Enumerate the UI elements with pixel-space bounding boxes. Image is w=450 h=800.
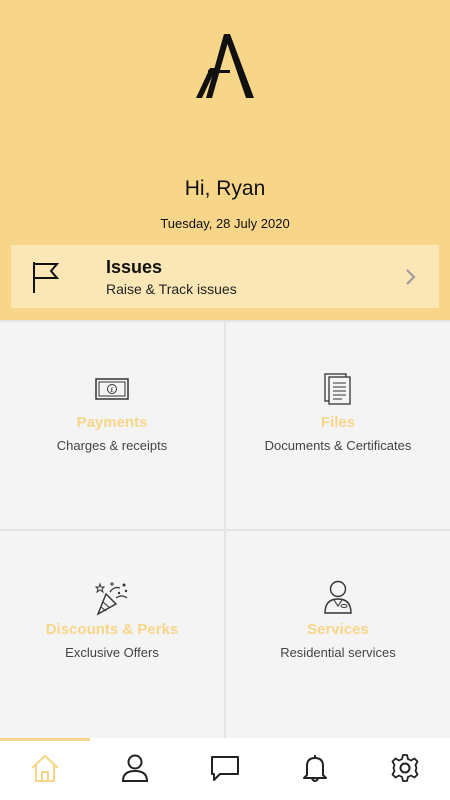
discounts-title: Discounts & Perks [45, 621, 179, 638]
nav-profile[interactable] [90, 738, 180, 800]
files-title: Files [320, 414, 356, 431]
issues-card[interactable]: Issues Raise & Track issues [11, 245, 439, 308]
payments-title: Payments [76, 414, 148, 431]
nav-home[interactable] [0, 738, 90, 800]
files-tile[interactable]: Files Documents & Certificates [226, 322, 450, 529]
document-icon [324, 373, 351, 405]
active-tab-indicator [0, 738, 90, 741]
discounts-tile[interactable]: Discounts & Perks Exclusive Offers [0, 531, 224, 738]
person-icon [121, 754, 149, 782]
chat-icon [211, 756, 239, 781]
bottom-nav [0, 738, 450, 800]
services-subtitle: Residential services [280, 645, 396, 660]
files-subtitle: Documents & Certificates [264, 438, 412, 453]
brand-logo [196, 34, 254, 98]
chevron-right-icon [406, 269, 416, 285]
nav-notifications[interactable] [270, 738, 360, 800]
issues-subtitle: Raise & Track issues [106, 281, 237, 297]
services-title: Services [307, 621, 369, 638]
banknote-icon: £ [95, 378, 129, 400]
home-icon [31, 754, 59, 782]
date-label: Tuesday, 28 July 2020 [160, 216, 290, 231]
flag-icon [33, 262, 60, 293]
concierge-person-icon [324, 580, 352, 614]
bell-icon [303, 755, 327, 782]
payments-tile[interactable]: £ Payments Charges & receipts [0, 322, 224, 529]
header: Hi, Ryan Tuesday, 28 July 2020 Issues Ra… [0, 0, 450, 320]
party-popper-icon [94, 582, 128, 616]
greeting: Hi, Ryan [184, 177, 266, 200]
gear-icon [391, 754, 419, 782]
nav-settings[interactable] [360, 738, 450, 800]
services-tile[interactable]: Services Residential services [226, 531, 450, 738]
issues-title: Issues [106, 257, 163, 277]
discounts-subtitle: Exclusive Offers [65, 645, 159, 660]
nav-messages[interactable] [180, 738, 270, 800]
feature-grid: £ Payments Charges & receipts Files Docu… [0, 320, 450, 738]
payments-subtitle: Charges & receipts [56, 438, 168, 453]
svg-text:£: £ [110, 387, 114, 394]
